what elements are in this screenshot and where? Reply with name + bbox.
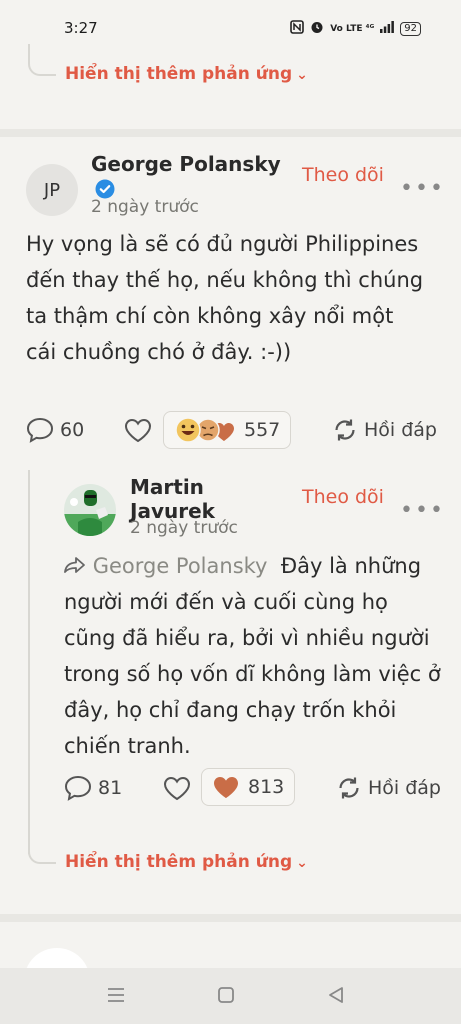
- reply-arrows-icon: [339, 777, 359, 799]
- menu-icon[interactable]: [106, 986, 126, 1008]
- comment-text: Đây là những người mới đến và cuối cùng …: [64, 554, 441, 758]
- reply-label: Hồi đáp: [368, 777, 441, 799]
- speech-bubble-icon: [26, 417, 54, 443]
- reply-arrows-icon: [335, 419, 355, 441]
- reaction-emojis-icon: [175, 417, 234, 443]
- avatar[interactable]: JP: [26, 164, 78, 216]
- signal-icon: [380, 21, 395, 37]
- avatar[interactable]: [64, 484, 116, 536]
- reactions-pill[interactable]: 557: [163, 411, 292, 449]
- status-icons: Vo LTE ⁴ᴳ 92: [290, 20, 421, 38]
- reply-label: Hồi đáp: [364, 419, 437, 441]
- comment-count: 60: [60, 419, 85, 441]
- reaction-count: 813: [248, 776, 285, 798]
- nfc-icon: [290, 20, 305, 38]
- reply-body: George Polansky Đây là những người mới đ…: [64, 548, 446, 764]
- heart-outline-icon: [163, 776, 191, 801]
- back-triangle-icon[interactable]: [327, 986, 345, 1008]
- alarm-icon: [310, 20, 324, 38]
- heart-reaction-icon: [214, 776, 238, 798]
- chevron-down-icon: ⌄: [296, 67, 308, 83]
- author-name[interactable]: Martin Javurek: [130, 475, 240, 523]
- show-more-reactions-link[interactable]: Hiển thị thêm phản ứng ⌄: [65, 64, 308, 84]
- share-arrow-icon: [64, 557, 85, 573]
- speech-bubble-icon: [64, 775, 92, 801]
- heart-outline-icon: [124, 418, 152, 443]
- show-more-reactions-link[interactable]: Hiển thị thêm phản ứng ⌄: [65, 852, 308, 872]
- avatar-initials: JP: [43, 179, 61, 201]
- reply-button[interactable]: Hồi đáp: [336, 775, 441, 801]
- reply-button[interactable]: Hồi đáp: [332, 417, 437, 443]
- section-divider: [0, 914, 461, 922]
- show-more-reactions-label: Hiển thị thêm phản ứng: [65, 64, 293, 84]
- system-nav-bar: [0, 968, 461, 1024]
- reactions-pill[interactable]: 813: [201, 768, 296, 806]
- status-bar: 3:27 Vo LTE ⁴ᴳ 92: [0, 0, 461, 44]
- reaction-count: 557: [244, 419, 281, 441]
- battery-icon: 92: [400, 22, 421, 36]
- like-button[interactable]: [163, 776, 191, 801]
- check-badge-icon: [95, 179, 115, 199]
- thread-connector: [28, 830, 56, 864]
- section-divider: [0, 129, 461, 137]
- comment-time: 2 ngày trước: [91, 197, 199, 217]
- chevron-down-icon: ⌄: [296, 855, 308, 871]
- follow-button[interactable]: Theo dõi: [302, 164, 384, 186]
- comment-text: Hy vọng là sẽ có đủ người Philippines đế…: [26, 232, 424, 364]
- home-square-icon[interactable]: [217, 986, 235, 1008]
- comment-count: 81: [98, 777, 123, 799]
- more-options-icon[interactable]: •••: [400, 498, 445, 523]
- reply-to-author[interactable]: George Polansky: [93, 554, 268, 578]
- comment-count-button[interactable]: 60: [26, 417, 84, 443]
- network-label: Vo LTE ⁴ᴳ: [330, 24, 375, 34]
- avatar-photo: [64, 484, 116, 536]
- show-more-reactions-label: Hiển thị thêm phản ứng: [65, 852, 293, 872]
- follow-button[interactable]: Theo dõi: [302, 486, 384, 508]
- author-name[interactable]: George Polansky: [91, 152, 281, 176]
- comment-time: 2 ngày trước: [130, 518, 238, 538]
- comment-count-button[interactable]: 81: [64, 775, 122, 801]
- status-time: 3:27: [64, 19, 98, 37]
- thread-line: [28, 470, 30, 854]
- thread-connector: [28, 44, 56, 76]
- like-button[interactable]: [124, 418, 152, 443]
- more-options-icon[interactable]: •••: [400, 176, 445, 201]
